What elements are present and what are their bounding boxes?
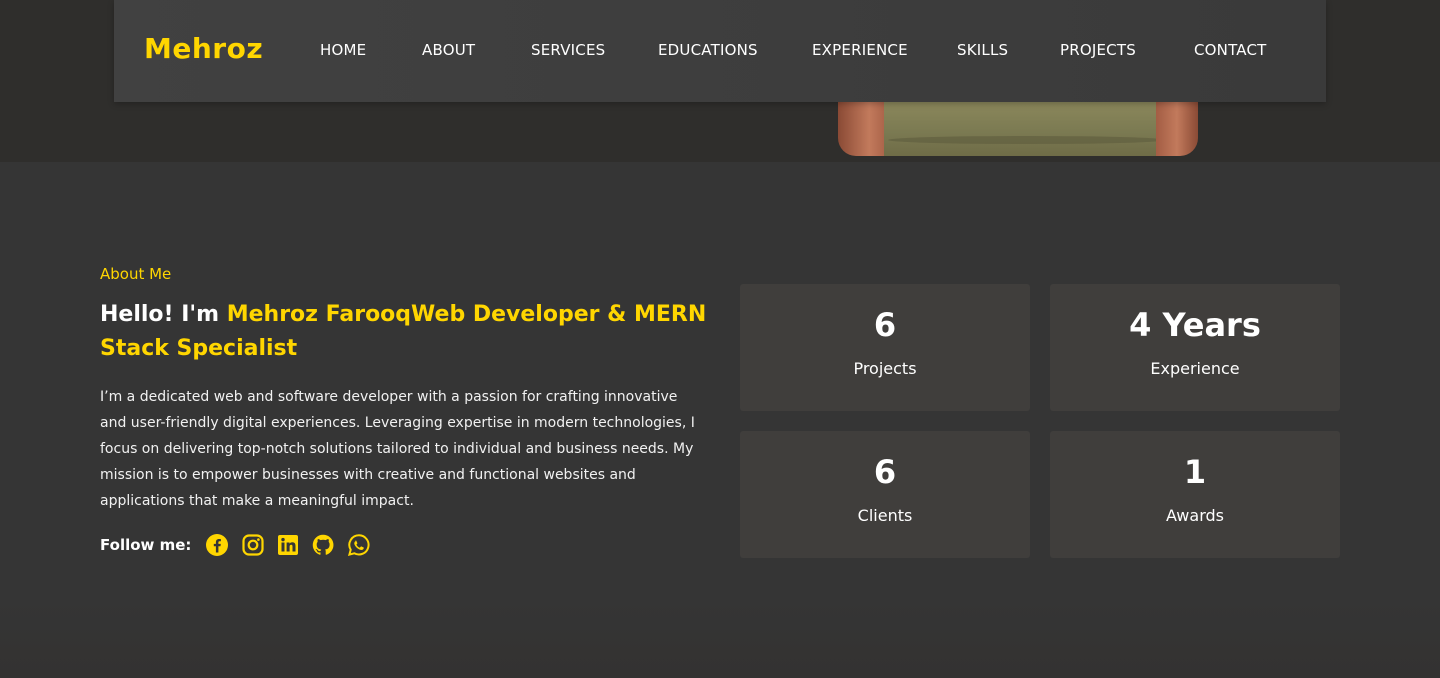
stat-value: 6 (873, 453, 897, 491)
stat-card-awards: 1 Awards (1050, 431, 1340, 558)
nav-projects[interactable]: PROJECTS (1060, 41, 1136, 59)
stat-label: Clients (857, 506, 913, 525)
facebook-icon[interactable] (205, 533, 229, 557)
stat-value: 1 (1183, 453, 1207, 491)
nav-contact[interactable]: CONTACT (1194, 41, 1267, 59)
nav-about[interactable]: ABOUT (422, 41, 475, 59)
nav-educations[interactable]: EDUCATIONS (658, 41, 758, 59)
stat-value: 4 Years (1129, 306, 1261, 344)
stat-label: Awards (1166, 506, 1224, 525)
follow-label: Follow me: (100, 536, 192, 554)
about-eyebrow: About Me (100, 265, 172, 283)
github-icon[interactable] (311, 533, 335, 557)
stat-card-projects: 6 Projects (740, 284, 1030, 411)
logo[interactable]: Mehroz (144, 32, 263, 65)
profile-photo (838, 96, 1198, 156)
nav-experience[interactable]: EXPERIENCE (812, 41, 908, 59)
about-greeting: Hello! I'm (100, 302, 227, 327)
stat-value: 6 (873, 306, 897, 344)
about-description: I’m a dedicated web and software develop… (100, 389, 695, 509)
photo-arm-left (838, 96, 890, 156)
stat-card-experience: 4 Years Experience (1050, 284, 1340, 411)
stat-label: Experience (1150, 359, 1240, 378)
whatsapp-icon[interactable] (347, 533, 371, 557)
instagram-icon[interactable] (241, 533, 265, 557)
photo-shirt (884, 96, 1170, 156)
linkedin-icon[interactable] (276, 533, 300, 557)
stat-card-clients: 6 Clients (740, 431, 1030, 558)
navbar: Mehroz HOME ABOUT SERVICES EDUCATIONS EX… (114, 0, 1326, 102)
photo-shirt-hem (888, 136, 1166, 144)
nav-skills[interactable]: SKILLS (957, 41, 1008, 59)
photo-arm-right (1156, 96, 1198, 156)
stat-label: Projects (853, 359, 917, 378)
nav-home[interactable]: HOME (320, 41, 366, 59)
section-footer-band (0, 600, 1440, 678)
about-heading: Hello! I'm Mehroz FarooqWeb Developer & … (100, 298, 720, 366)
nav-services[interactable]: SERVICES (531, 41, 605, 59)
